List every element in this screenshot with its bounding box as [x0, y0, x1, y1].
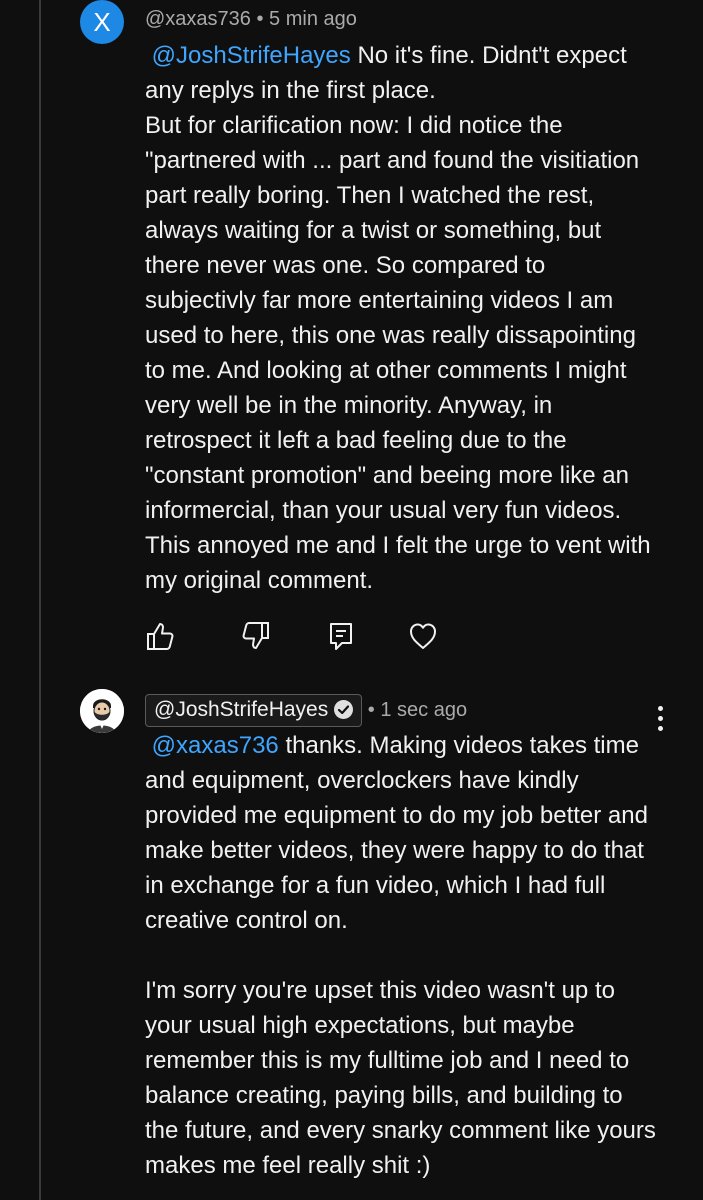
- mention-link[interactable]: @xaxas736: [152, 732, 279, 759]
- comment-line: creative control on.: [145, 907, 348, 934]
- bearded-man-avatar[interactable]: [80, 689, 124, 733]
- comment-line: "constant promotion" and beeing more lik…: [145, 462, 629, 489]
- comment-line: part really boring. Then I watched the r…: [145, 182, 595, 209]
- comment-line: But for clarification now: I did notice …: [145, 112, 563, 139]
- comment-line: balance creating, paying bills, and buil…: [145, 1082, 623, 1109]
- comment-author[interactable]: @xaxas736: [145, 8, 251, 30]
- comment-line: @xaxas736 thanks. Making videos takes ti…: [145, 728, 680, 763]
- comment-line: informercial, than your usual very fun v…: [145, 497, 622, 524]
- comment-line: subjectivly far more entertaining videos…: [145, 287, 614, 314]
- comment-text: No it's fine. Didnt't expect: [350, 42, 627, 69]
- comment-line: in exchange for a fun video, which I had…: [145, 872, 606, 899]
- comment-meta: @xaxas736 • 5 min ago: [145, 8, 357, 31]
- comment-line: very well be in the minority. Anyway, in: [145, 392, 553, 419]
- comment-line: my original comment.: [145, 567, 374, 594]
- mention-link[interactable]: @JoshStrifeHayes: [152, 42, 351, 69]
- comment-line: there never was one. So compared to: [145, 252, 546, 279]
- comment-author: @JoshStrifeHayes: [154, 698, 329, 721]
- comment-body: @JoshStrifeHayes No it's fine. Didnt't e…: [145, 38, 680, 598]
- comment-line: always waiting for a twist or something,…: [145, 217, 602, 244]
- comment-line: and equipment, overclockers have kindly: [145, 767, 579, 794]
- comment-body: @xaxas736 thanks. Making videos takes ti…: [145, 728, 680, 1183]
- comment-line: provided me equipment to do my job bette…: [145, 802, 648, 829]
- comment-line: remember this is my fulltime job and I n…: [145, 1047, 630, 1074]
- comment-time: 5 min ago: [269, 8, 357, 30]
- avatar-letter: X: [93, 7, 111, 37]
- verified-check-icon: [334, 700, 354, 719]
- comment-meta: @JoshStrifeHayes • 1 sec ago: [145, 694, 467, 727]
- comment-line: I'm sorry you're upset this video wasn't…: [145, 977, 615, 1004]
- comment-line: used to here, this one was really dissap…: [145, 322, 636, 349]
- comment-line: to me. And looking at other comments I m…: [145, 357, 627, 384]
- comment-line: make better videos, they were happy to d…: [145, 837, 644, 864]
- avatar[interactable]: X: [80, 0, 124, 44]
- thumbs-down-icon[interactable]: [241, 620, 271, 652]
- comment-line: your usual high expectations, but maybe: [145, 1012, 575, 1039]
- comment-line: This annoyed me and I felt the urge to v…: [145, 532, 651, 559]
- comment-line: makes me feel really shit :): [145, 1152, 431, 1179]
- comment-line: the future, and every snarky comment lik…: [145, 1117, 656, 1144]
- comment-line: any replys in the first place.: [145, 77, 436, 104]
- comment-text: thanks. Making videos takes time: [278, 732, 639, 759]
- comment-reply-icon[interactable]: [326, 620, 356, 652]
- reply-thread-line: [39, 0, 41, 1200]
- comment-time: • 1 sec ago: [367, 698, 468, 721]
- thumbs-up-icon[interactable]: [145, 620, 175, 652]
- creator-handle-badge[interactable]: @JoshStrifeHayes: [145, 694, 363, 727]
- heart-icon[interactable]: [408, 620, 438, 652]
- comment-line: @JoshStrifeHayes No it's fine. Didnt't e…: [145, 38, 680, 73]
- comment-line: retrospect it left a bad feeling due to …: [145, 427, 567, 454]
- comment-actions: [145, 620, 445, 656]
- comment-line: "partnered with ... part and found the v…: [145, 147, 640, 174]
- meta-separator: •: [256, 8, 270, 30]
